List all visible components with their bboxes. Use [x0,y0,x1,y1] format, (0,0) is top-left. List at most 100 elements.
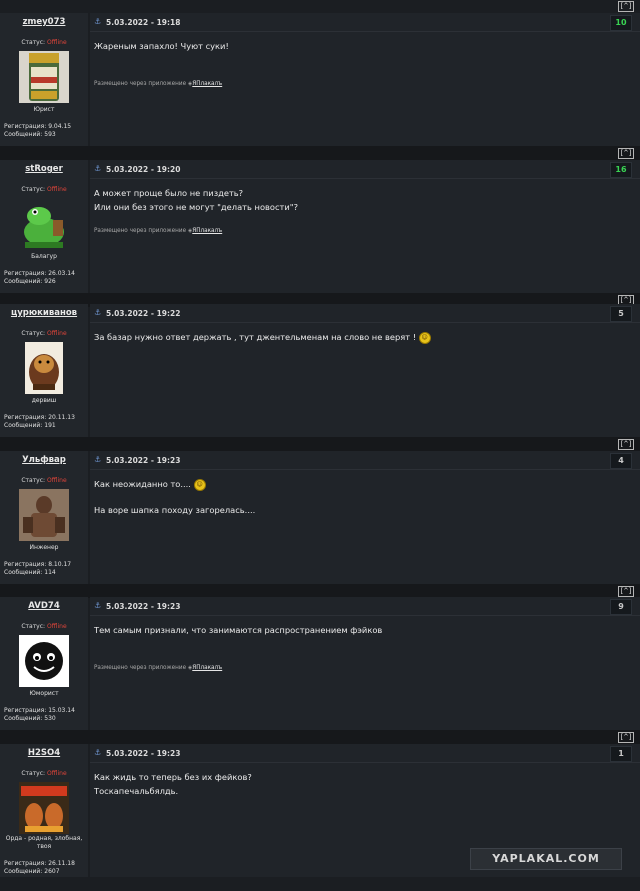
reg-label: Регистрация: [4,860,47,867]
scroll-top-button[interactable]: [^] [618,439,634,450]
user-panel: H2SO4 Статус: Offline Орда - родная, зло… [0,744,88,877]
post-rating[interactable]: 1 [610,746,632,762]
avatar[interactable] [19,342,69,394]
reg-label: Регистрация: [4,707,47,714]
post-line: А может проще было не пиздеть? [94,188,244,198]
post-rating[interactable]: 9 [610,599,632,615]
user-rank: Орда - родная, злобная, твоя [5,835,83,850]
post-line-text: За базар нужно ответ держать , тут джент… [94,332,417,342]
username-link[interactable]: H2SO4 [0,748,88,758]
username-link[interactable]: цурюкиванов [0,308,88,318]
post-line: За базар нужно ответ держать , тут джент… [94,330,630,344]
username-link[interactable]: zmey073 [0,17,88,27]
posted-via: Размещено через приложение ◈ЯПлакалъ [94,81,222,87]
post-rating[interactable]: 4 [610,453,632,469]
post-date: 5.03.2022 - 19:23 [106,602,181,611]
status-label: Статус: [21,186,46,193]
status-offline: Offline [46,477,67,484]
post-anchor-icon[interactable]: ⚓ [94,601,101,610]
post-anchor-icon[interactable]: ⚓ [94,748,101,757]
user-status: Статус: Offline [0,623,88,630]
reg-value: 9.04.15 [48,123,72,130]
forum-post: Ульфвар Статус: Offline Инженер Регистра… [0,451,640,598]
via-label: Размещено через приложение [94,81,187,87]
post-anchor-icon[interactable]: ⚓ [94,308,101,317]
reg-label: Регистрация: [4,414,47,421]
msgs-label: Сообщений: [4,569,43,576]
via-label: Размещено через приложение [94,228,187,234]
msgs-value: 2607 [44,868,60,875]
post-header: ⚓ 5.03.2022 - 19:20 16 [90,160,640,179]
post-footer: [^] [0,730,640,744]
post-text: Как жидь то теперь без их фейков? Тоскап… [94,770,630,798]
post-header: ⚓ 5.03.2022 - 19:23 9 [90,597,640,616]
app-link[interactable]: ЯПлакалъ [192,228,222,234]
user-rank: Юморист [29,690,59,697]
user-status: Статус: Offline [0,477,88,484]
scroll-top-button[interactable]: [^] [618,586,634,597]
reg-value: 20.11.13 [48,414,75,421]
user-panel: zmey073 Статус: Offline Юрист Регистраци… [0,13,88,146]
avatar[interactable] [19,782,69,834]
username-link[interactable]: stRoger [0,164,88,174]
post-body: ⚓ 5.03.2022 - 19:23 9 Тем самым признали… [90,597,640,730]
user-rank: Инженер [29,544,59,551]
msgs-label: Сообщений: [4,131,43,138]
via-label: Размещено через приложение [94,665,187,671]
forum-post: stRoger Статус: Offline Балагур Регистра… [0,160,640,307]
username-link[interactable]: Ульфвар [0,455,88,465]
post-text: За базар нужно ответ держать , тут джент… [94,330,630,344]
username-link[interactable]: AVD74 [0,601,88,611]
app-link[interactable]: ЯПлакалъ [192,665,222,671]
site-watermark: YAPLAKAL.COM [470,848,622,870]
registration-date: Регистрация: 20.11.13 [4,414,75,421]
post-anchor-icon[interactable]: ⚓ [94,17,101,26]
msgs-label: Сообщений: [4,278,43,285]
user-rank: Балагур [31,253,57,260]
msgs-label: Сообщений: [4,422,43,429]
post-date: 5.03.2022 - 19:23 [106,749,181,758]
msgs-value: 593 [44,131,56,138]
user-panel: stRoger Статус: Offline Балагур Регистра… [0,160,88,293]
post-footer: [^] [0,146,640,160]
app-link[interactable]: ЯПлакалъ [192,81,222,87]
user-panel: AVD74 Статус: Offline Юморист Регистраци… [0,597,88,730]
post-rating[interactable]: 10 [610,15,632,31]
registration-date: Регистрация: 8.10.17 [4,561,71,568]
user-status: Статус: Offline [0,39,88,46]
post-line: Или они без этого не могут "делать новос… [94,202,298,212]
user-rank: Юрист [33,106,55,113]
user-status: Статус: Offline [0,330,88,337]
message-count: Сообщений: 926 [4,278,56,285]
post-anchor-icon[interactable]: ⚓ [94,455,101,464]
reg-value: 8.10.17 [48,561,72,568]
top-strip: [^] [0,0,640,12]
status-label: Статус: [21,770,46,777]
user-panel: цурюкиванов Статус: Offline дервиш Регис… [0,304,88,437]
msgs-label: Сообщений: [4,715,43,722]
post-line: Жареным запахло! Чуют суки! [94,41,229,51]
message-count: Сообщений: 191 [4,422,56,429]
post-rating[interactable]: 16 [610,162,632,178]
scroll-top-button[interactable]: [^] [618,1,634,12]
avatar[interactable] [19,198,69,250]
scroll-top-button[interactable]: [^] [618,732,634,743]
post-anchor-icon[interactable]: ⚓ [94,164,101,173]
post-line: Как неожиданно то.... ☺ [94,477,630,491]
smiley-icon: ☺ [193,478,206,491]
post-text: А может проще было не пиздеть? Или они б… [94,186,630,214]
avatar[interactable] [19,51,69,103]
avatar[interactable] [19,489,69,541]
status-offline: Offline [46,330,67,337]
reg-label: Регистрация: [4,561,47,568]
scroll-top-button[interactable]: [^] [618,148,634,159]
post-header: ⚓ 5.03.2022 - 19:23 1 [90,744,640,763]
message-count: Сообщений: 114 [4,569,56,576]
post-line: На воре шапка походу загорелась.... [94,505,256,515]
post-header: ⚓ 5.03.2022 - 19:23 4 [90,451,640,470]
forum-post: AVD74 Статус: Offline Юморист Регистраци… [0,597,640,744]
avatar[interactable] [19,635,69,687]
status-label: Статус: [21,623,46,630]
post-rating[interactable]: 5 [610,306,632,322]
status-label: Статус: [21,39,46,46]
